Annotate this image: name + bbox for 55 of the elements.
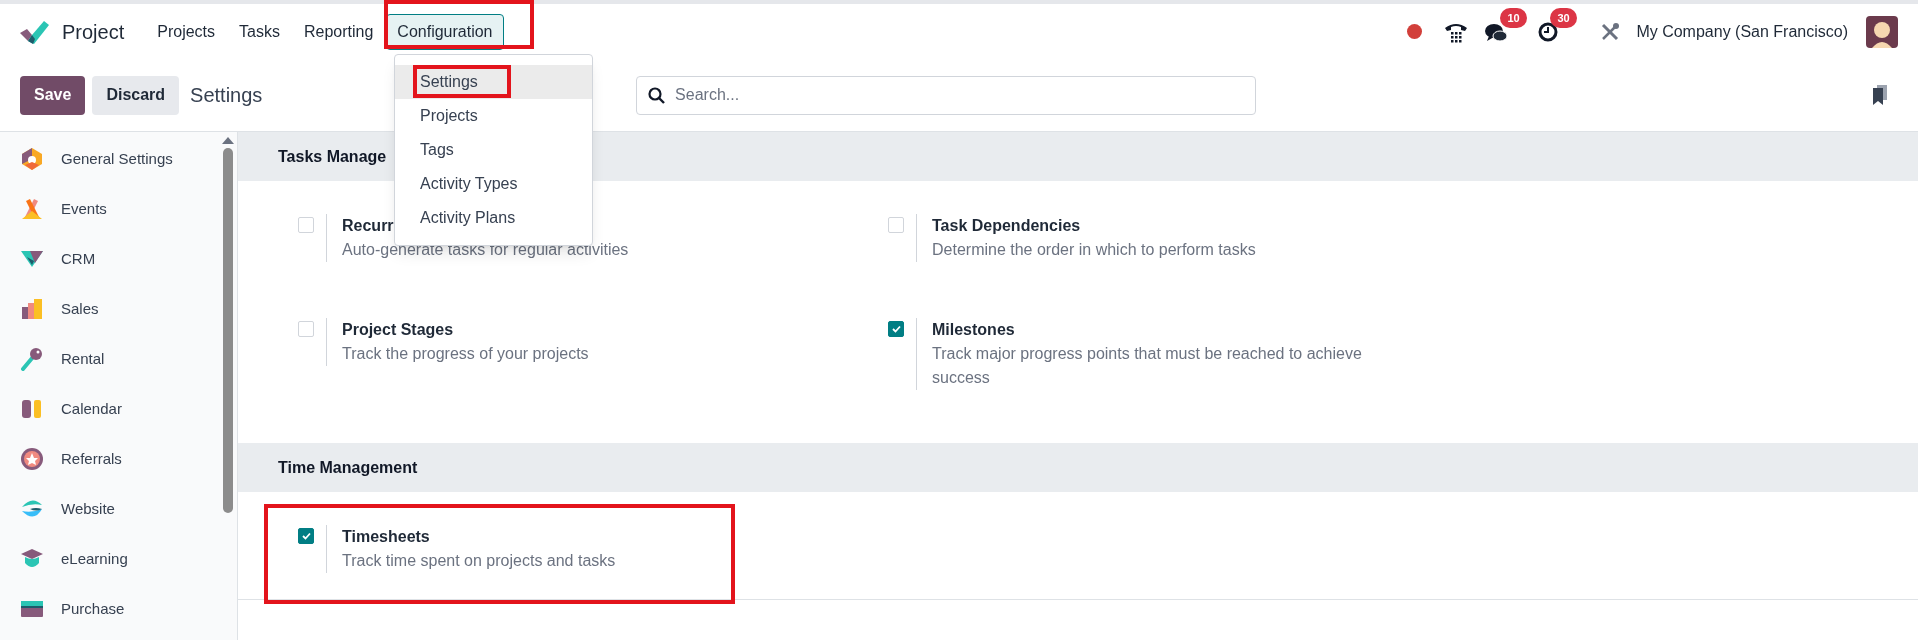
app-icon — [20, 297, 44, 321]
tools-icon — [1600, 21, 1621, 42]
sidebar-item[interactable]: Referrals — [61, 447, 122, 471]
setting-description: Track the progress of your projects — [342, 343, 589, 364]
setting-description: Track time spent on projects and tasks — [342, 551, 616, 571]
sidebar-item[interactable]: General Settings — [61, 147, 173, 171]
scrollbar-thumb[interactable] — [223, 148, 233, 513]
setting-title: Task Dependencies — [932, 216, 1081, 236]
setting-title: Milestones — [932, 319, 1015, 340]
notification-badge: 10 — [1500, 7, 1527, 28]
sidebar-item[interactable]: eLearning — [61, 547, 128, 571]
menu-item[interactable]: Projects — [146, 13, 227, 50]
setting-description: Determine the order in which to perform tasks — [932, 240, 1256, 260]
scroll-up-icon — [222, 136, 234, 144]
sidebar-item[interactable]: Website — [61, 497, 115, 521]
save-button[interactable]: Save — [20, 75, 86, 115]
dropdown-item[interactable]: Activity Plans — [395, 201, 592, 235]
setting-title: Project Stages — [342, 319, 454, 340]
checkbox[interactable] — [298, 528, 314, 544]
sidebar-item[interactable]: Events — [61, 197, 107, 221]
search-field[interactable]: Search... — [636, 75, 1257, 115]
sidebar-item[interactable]: Purchase — [61, 597, 125, 621]
sidebar-item[interactable]: Sales — [61, 297, 99, 321]
dropdown-item[interactable]: Tags — [395, 133, 592, 167]
sidebar-item[interactable]: CRM — [61, 247, 96, 271]
breadcrumb: Settings — [190, 84, 263, 106]
user-avatar-icon — [1866, 15, 1898, 48]
discard-button[interactable]: Discard — [92, 75, 180, 115]
search-icon — [648, 86, 666, 104]
menu-item[interactable]: Reporting — [292, 13, 385, 50]
sidebar-item[interactable]: Calendar — [61, 397, 122, 421]
check-icon — [890, 323, 902, 334]
setting-title: Timesheets — [342, 527, 430, 547]
company-switcher[interactable]: My Company (San Francisco) — [1636, 19, 1848, 44]
notification-badge: 30 — [1550, 7, 1577, 28]
menu-item[interactable]: Tasks — [228, 13, 291, 50]
setting-title: Recurr — [342, 216, 394, 236]
app-icon — [20, 197, 44, 221]
bookmark-icon — [1872, 85, 1888, 105]
app-icon — [20, 397, 44, 421]
setting-description: Track major progress points that must be reached to achieve success — [932, 343, 1363, 388]
sidebar-item[interactable]: Rental — [61, 347, 105, 371]
clock-icon — [1538, 21, 1559, 42]
app-icon — [20, 447, 44, 471]
dropdown-item[interactable]: Projects — [395, 99, 592, 133]
section-header: Tasks Manage — [278, 146, 387, 167]
checkbox[interactable] — [888, 320, 904, 337]
app-name[interactable]: Project — [62, 16, 125, 47]
app-logo-icon — [18, 18, 50, 45]
section-header: Time Management — [278, 457, 418, 478]
check-icon — [300, 531, 312, 541]
chat-icon — [1485, 21, 1509, 42]
app-icon — [20, 347, 44, 371]
app-icon — [20, 147, 44, 171]
dropdown-item[interactable]: Activity Types — [395, 167, 592, 201]
